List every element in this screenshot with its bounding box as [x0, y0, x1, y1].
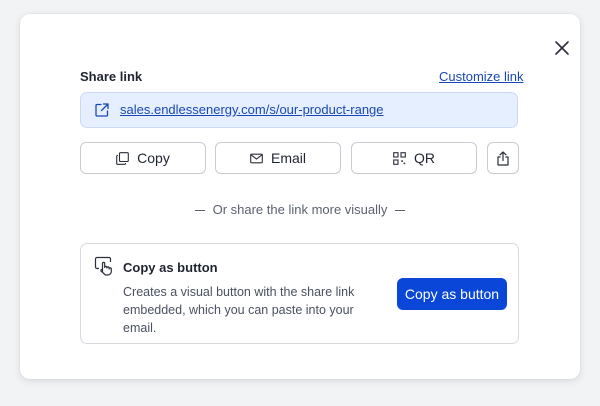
- copy-icon: [116, 151, 130, 165]
- close-icon[interactable]: [552, 38, 572, 58]
- copy-button[interactable]: Copy: [80, 142, 206, 174]
- qr-button[interactable]: QR: [351, 142, 477, 174]
- email-button-label: Email: [270, 150, 306, 166]
- copy-as-button-description: Creates a visual button with the share l…: [123, 285, 355, 335]
- divider-text: Or share the link more visually: [212, 202, 388, 217]
- share-url-box: sales.endlessenergy.com/s/our-product-ra…: [80, 92, 518, 128]
- visual-share-divider: Or share the link more visually: [0, 202, 600, 217]
- hand-pointer-icon: [94, 256, 112, 276]
- share-button[interactable]: [487, 142, 519, 174]
- customize-link[interactable]: Customize link: [439, 69, 524, 84]
- share-url-link[interactable]: sales.endlessenergy.com/s/our-product-ra…: [120, 102, 384, 117]
- qr-icon: [393, 151, 406, 165]
- copy-as-button-card: Copy as button Creates a visual button w…: [80, 243, 519, 344]
- share-link-label: Share link: [80, 69, 143, 84]
- external-link-icon[interactable]: [94, 102, 110, 118]
- copy-as-button-button[interactable]: Copy as button: [397, 278, 507, 310]
- email-icon: [250, 153, 263, 163]
- copy-as-button-title: Copy as button: [123, 260, 218, 275]
- qr-button-label: QR: [414, 150, 435, 166]
- email-button[interactable]: Email: [215, 142, 341, 174]
- copy-button-label: Copy: [137, 150, 170, 166]
- share-icon: [497, 150, 509, 166]
